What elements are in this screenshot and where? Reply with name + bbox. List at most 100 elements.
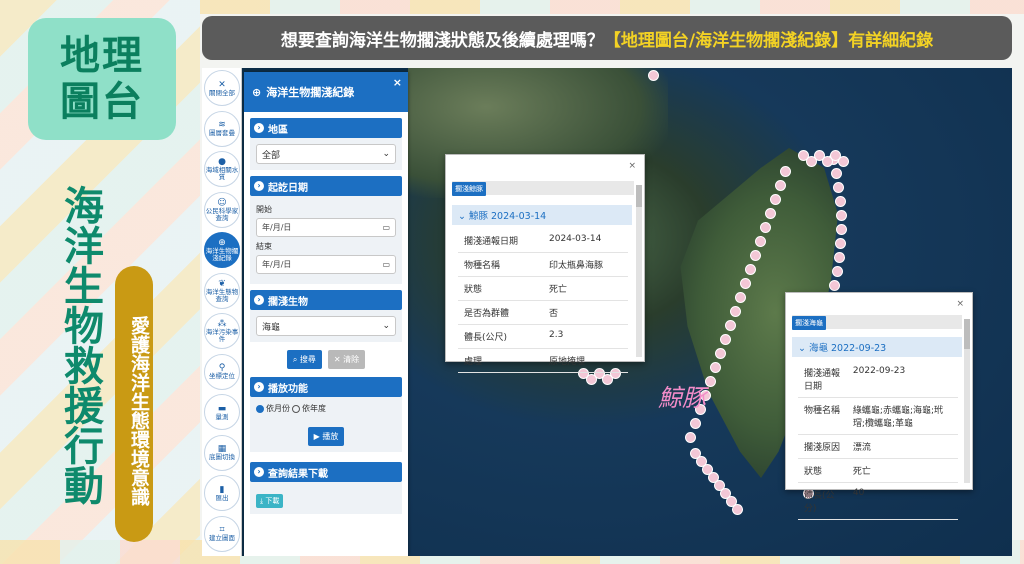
- stranding-marker[interactable]: [775, 180, 786, 191]
- popup-layer-tag: 擱淺海龜: [792, 316, 826, 330]
- popup-record-header[interactable]: ⌄ 鯨豚 2024-03-14: [452, 205, 632, 225]
- rail-item[interactable]: ⊕ 海洋生物擱淺紀錄: [204, 232, 240, 268]
- calendar-icon: ▭: [382, 223, 390, 232]
- start-date-input[interactable]: 年/月/日 ▭: [256, 218, 396, 237]
- rail-item-label: 底圖切換: [209, 453, 235, 461]
- stranding-marker[interactable]: [740, 278, 751, 289]
- search-button-label: 搜尋: [299, 355, 316, 364]
- rail-item[interactable]: ✕ 關閉全部: [204, 70, 240, 106]
- stranding-marker[interactable]: [685, 432, 696, 443]
- row-value: 否: [543, 300, 628, 325]
- download-section-header[interactable]: › 查詢結果下載: [250, 462, 402, 482]
- rail-item[interactable]: ▦ 底圖切換: [204, 434, 240, 471]
- end-date-input[interactable]: 年/月/日 ▭: [256, 255, 396, 274]
- panel-header: ⊕ 海洋生物擱淺紀錄 ×: [244, 72, 408, 112]
- vertical-main-title: 海洋生物救援行動: [57, 185, 103, 505]
- popup-close-icon[interactable]: ×: [956, 299, 964, 309]
- chevron-down-icon: ⌄: [798, 343, 809, 354]
- stranding-marker[interactable]: [833, 252, 845, 263]
- banner-highlight: 【地理圖台/海洋生物擱淺紀錄】有詳細紀錄: [603, 30, 934, 51]
- rail-item[interactable]: ▬ 量測: [204, 394, 240, 430]
- region-select[interactable]: 全部 ⌄: [256, 144, 396, 164]
- end-date-placeholder: 年/月/日: [262, 260, 292, 269]
- brand-box: 地理圖台: [28, 18, 176, 140]
- species-select[interactable]: 海龜 ⌄: [256, 316, 396, 336]
- table-row: 處理 原地掩埋: [458, 348, 628, 373]
- popup-record-header[interactable]: ⌄ 海龜 2022-09-23: [792, 337, 962, 357]
- rail-item-label: 海洋生態物查詢: [205, 287, 239, 303]
- popup-scroll-thumb[interactable]: [964, 319, 970, 349]
- region-section-header[interactable]: › 地區: [250, 118, 402, 138]
- playback-options: 依月份 依年度: [256, 403, 396, 414]
- stranding-marker[interactable]: [705, 376, 716, 387]
- search-icon: ⌕: [292, 355, 300, 364]
- radio-by-month-label: 依月份: [266, 404, 290, 413]
- clear-button[interactable]: ✕ 清除: [327, 350, 366, 369]
- popup-scrollbar[interactable]: [964, 319, 970, 483]
- stranding-marker[interactable]: [725, 320, 736, 331]
- rail-item[interactable]: ☺ 公民科學家查詢: [204, 191, 240, 228]
- stranding-marker[interactable]: [750, 250, 761, 261]
- popup-close-icon[interactable]: ×: [628, 161, 636, 171]
- panel-close-icon[interactable]: ×: [393, 76, 402, 89]
- rail-item[interactable]: ● 海域相關水質: [204, 151, 240, 187]
- stranding-marker[interactable]: [829, 280, 841, 291]
- region-header-label: 地區: [268, 124, 288, 136]
- stranding-marker[interactable]: [732, 504, 743, 515]
- stranding-marker[interactable]: [648, 70, 659, 81]
- stranding-marker[interactable]: [831, 266, 843, 277]
- stranding-marker[interactable]: [765, 208, 776, 219]
- stranding-marker[interactable]: [834, 196, 846, 207]
- dates-section-header[interactable]: › 起訖日期: [250, 176, 402, 196]
- rail-item[interactable]: ⁂ 海洋污染事件: [204, 313, 240, 349]
- chevron-right-icon: ›: [254, 382, 264, 392]
- stranding-marker[interactable]: [760, 222, 771, 233]
- popup-record-title: 鯨豚 2024-03-14: [468, 211, 547, 222]
- stranding-marker[interactable]: [755, 236, 766, 247]
- stranding-marker[interactable]: [830, 168, 842, 179]
- species-select-value: 海龜: [262, 322, 281, 333]
- stranding-marker[interactable]: [745, 264, 756, 275]
- stranding-panel: ⊕ 海洋生物擱淺紀錄 × › 地區 全部 ⌄ › 起訖日期 開始 年/月/日 ▭…: [244, 72, 408, 556]
- stranding-marker[interactable]: [710, 362, 721, 373]
- playback-section-header[interactable]: › 播放功能: [250, 377, 402, 397]
- radio-by-month[interactable]: [256, 404, 264, 413]
- table-row: 擱淺通報日期 2022-09-23: [798, 361, 958, 398]
- rail-item[interactable]: ⚲ 坐標定位: [204, 353, 240, 390]
- rail-item-label: 建立圖面: [209, 534, 235, 542]
- popup-layer-tag: 擱淺鯨豚: [452, 182, 486, 196]
- chevron-down-icon: ⌄: [382, 149, 390, 159]
- species-section-header[interactable]: › 擱淺生物: [250, 290, 402, 310]
- end-date-label: 結束: [256, 242, 272, 251]
- stranding-marker[interactable]: [715, 348, 726, 359]
- stranding-marker[interactable]: [832, 182, 844, 193]
- stranding-marker[interactable]: [735, 292, 746, 303]
- download-button-label: 下載: [265, 497, 280, 505]
- row-key: 狀態: [798, 458, 847, 483]
- popup-scrollbar[interactable]: [636, 185, 642, 357]
- export-icon: ▮: [219, 484, 225, 495]
- download-button[interactable]: ⤓ 下載: [256, 494, 284, 508]
- row-key: 擱淺通報日期: [458, 229, 543, 253]
- stranding-marker[interactable]: [730, 306, 741, 317]
- stranding-marker[interactable]: [838, 156, 849, 167]
- close-icon: ✕: [333, 355, 344, 364]
- rail-item[interactable]: ⌗ 建立圖面: [204, 515, 240, 552]
- stranding-marker[interactable]: [780, 166, 791, 177]
- play-button[interactable]: ▶ 播放: [307, 427, 345, 446]
- stranding-marker[interactable]: [835, 210, 847, 221]
- stranding-marker[interactable]: [690, 418, 701, 429]
- radio-by-year[interactable]: [292, 404, 300, 413]
- table-row: 擱淺通報日期 2024-03-14: [458, 229, 628, 253]
- stranding-marker[interactable]: [770, 194, 781, 205]
- rail-item[interactable]: ❦ 海洋生態物查詢: [204, 272, 240, 309]
- popup-scroll-thumb[interactable]: [636, 185, 642, 207]
- chevron-right-icon: ›: [254, 181, 264, 191]
- row-key: 物種名稱: [458, 252, 543, 277]
- rail-item[interactable]: ▮ 匯出: [204, 475, 240, 511]
- rail-item[interactable]: ≋ 圖層套疊: [204, 110, 240, 147]
- stranding-marker[interactable]: [720, 334, 731, 345]
- search-button[interactable]: ⌕ 搜尋: [286, 350, 322, 369]
- stranding-marker[interactable]: [835, 224, 847, 235]
- stranding-marker[interactable]: [835, 238, 847, 249]
